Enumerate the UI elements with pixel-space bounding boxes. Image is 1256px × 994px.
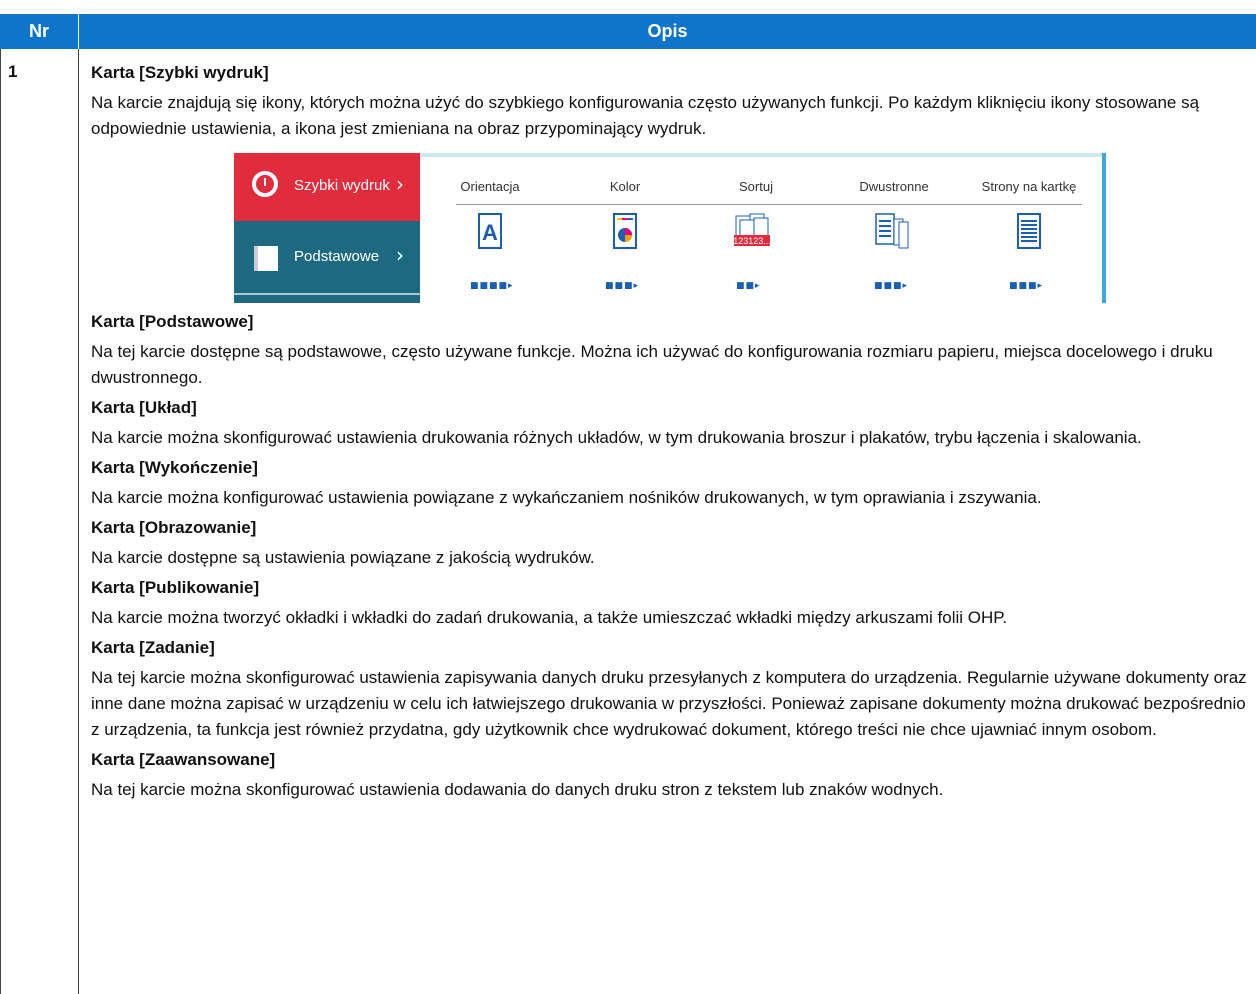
row-number: 1 [8, 62, 18, 81]
column-divider [78, 49, 79, 994]
chevron-right-icon: › [396, 172, 404, 196]
tab-label: Podstawowe [294, 248, 380, 265]
option-label: Strony na kartkę [981, 179, 1077, 194]
option-indicator: ■■■▸ [1009, 281, 1044, 291]
duplex-icon [875, 213, 909, 249]
section-body: Na karcie można tworzyć okładki i wkładk… [91, 608, 1008, 627]
collate-icon: 123123... [734, 213, 771, 246]
section-title: Karta [Podstawowe] [91, 312, 254, 331]
option-indicator: ■■■■▸ [470, 281, 514, 291]
driver-screenshot: Szybki wydruk › Podstawowe › Orientacja … [234, 153, 1106, 303]
section-body: Na karcie znajdują się ikony, których mo… [91, 93, 1200, 138]
tab-podstawowe[interactable]: Podstawowe › [234, 224, 420, 290]
section-title: Karta [Obrazowanie] [91, 518, 257, 537]
table-header: Nr Opis [0, 14, 1256, 49]
options-header-divider [456, 204, 1082, 205]
option-indicator: ■■■▸ [605, 281, 640, 291]
color-icon [613, 213, 637, 249]
section-title: Karta [Publikowanie] [91, 578, 260, 597]
section-body: Na tej karcie można skonfigurować ustawi… [91, 668, 1247, 739]
tab-label: Szybki wydruk [294, 177, 390, 194]
book-icon [254, 246, 278, 271]
chevron-right-icon: › [396, 243, 404, 267]
stopwatch-icon [252, 171, 278, 197]
section-title: Karta [Szybki wydruk] [91, 63, 269, 82]
section-body: Na tej karcie można skonfigurować ustawi… [91, 780, 944, 799]
tab-szybki-wydruk[interactable]: Szybki wydruk › [234, 153, 420, 221]
svg-text:123123...: 123123... [734, 236, 771, 246]
option-label: Sortuj [739, 179, 773, 194]
section-title: Karta [Wykończenie] [91, 458, 258, 477]
section-body: Na karcie można konfigurować ustawienia … [91, 488, 1042, 507]
column-header-opis: Opis [647, 21, 688, 41]
svg-text:A: A [482, 220, 498, 245]
section-title: Karta [Zaawansowane] [91, 750, 276, 769]
section-body: Na karcie dostępne są ustawienia powiąza… [91, 548, 595, 567]
row-description: Karta [Szybki wydruk] Na karcie znajdują… [91, 62, 1251, 809]
option-label: Kolor [609, 179, 641, 194]
table-left-border [0, 49, 1, 994]
section-body: Na tej karcie dostępne są podstawowe, cz… [91, 342, 1213, 387]
option-indicator: ■■■▸ [874, 281, 909, 291]
option-label: Orientacja [460, 179, 520, 194]
section-body: Na karcie można skonfigurować ustawienia… [91, 428, 1142, 447]
section-title: Karta [Zadanie] [91, 638, 215, 657]
screenshot-top-border [420, 153, 1102, 157]
option-indicator: ■■▸ [736, 281, 761, 291]
pages-per-sheet-icon [1017, 213, 1041, 249]
option-label: Dwustronne [859, 179, 929, 194]
tab-divider [234, 293, 420, 295]
column-header-nr: Nr [28, 21, 49, 41]
orientation-icon: A [478, 213, 502, 249]
section-title: Karta [Układ] [91, 398, 197, 417]
